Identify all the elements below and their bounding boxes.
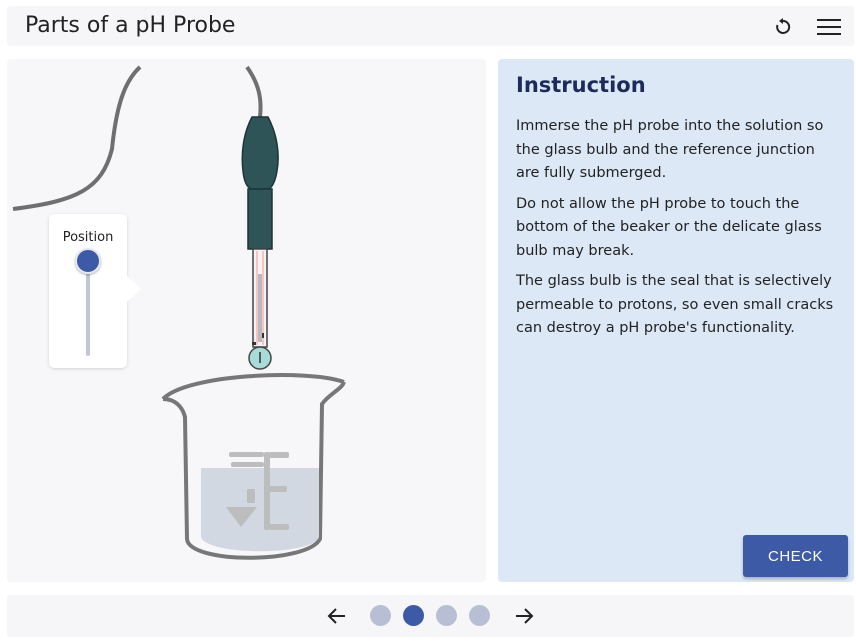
position-slider-panel: Position xyxy=(49,214,141,368)
slider-thumb[interactable] xyxy=(75,248,101,274)
cable-left xyxy=(12,65,142,211)
solution-liquid xyxy=(201,468,319,552)
next-button[interactable] xyxy=(511,604,537,628)
page-dot-4[interactable] xyxy=(469,605,490,626)
arrow-right-icon xyxy=(516,608,534,624)
page-dot-2[interactable] xyxy=(403,605,424,626)
instruction-body: Immerse the pH probe into the solution s… xyxy=(516,115,842,348)
probe-neck xyxy=(247,188,273,250)
previous-button[interactable] xyxy=(324,604,350,628)
hamburger-menu-icon xyxy=(817,19,841,35)
instruction-panel: Instruction Immerse the pH probe into th… xyxy=(498,59,854,582)
slider-label: Position xyxy=(62,230,114,245)
simulation-area: Position xyxy=(7,59,486,582)
instruction-paragraph: The glass bulb is the seal that is selec… xyxy=(516,273,834,336)
cable-top xyxy=(245,65,263,118)
instruction-paragraph: Do not allow the pH probe to touch the b… xyxy=(516,195,822,259)
page-dot-3[interactable] xyxy=(436,605,457,626)
menu-button[interactable] xyxy=(815,13,843,41)
header-bar: Parts of a pH Probe xyxy=(7,6,854,46)
page-title: Parts of a pH Probe xyxy=(25,13,236,38)
check-button[interactable]: CHECK xyxy=(743,535,848,577)
page-dot-1[interactable] xyxy=(370,605,391,626)
reset-button[interactable] xyxy=(769,13,797,41)
slider-track[interactable] xyxy=(86,261,90,356)
arrow-left-icon xyxy=(327,608,345,624)
reset-icon xyxy=(776,18,791,34)
footer-navigation xyxy=(7,595,854,637)
instruction-title: Instruction xyxy=(516,73,646,97)
instruction-paragraph: Immerse the pH probe into the solution s… xyxy=(516,118,824,181)
probe-cap xyxy=(241,116,279,190)
